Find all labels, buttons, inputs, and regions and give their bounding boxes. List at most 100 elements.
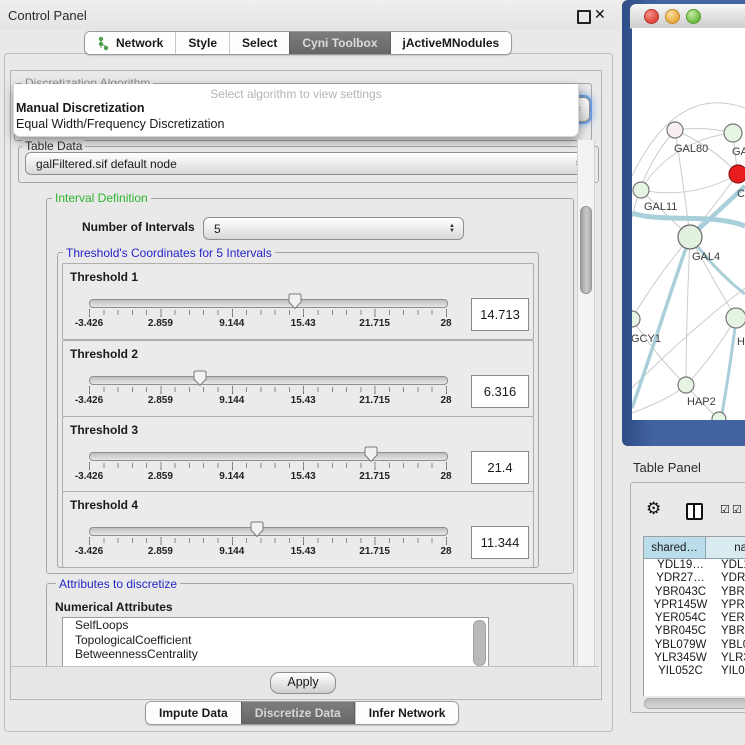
panel-title: Control Panel bbox=[8, 8, 87, 23]
popup-item-equal-width-frequency[interactable]: Equal Width/Frequency Discretization bbox=[16, 117, 224, 131]
svg-text:GAL80: GAL80 bbox=[674, 143, 708, 155]
threshold-1-label: Threshold 1 bbox=[70, 270, 138, 284]
threshold-2-value-field[interactable]: 6.316 bbox=[471, 375, 529, 408]
svg-text:H: H bbox=[737, 336, 745, 348]
tab-network[interactable]: Network bbox=[85, 32, 175, 54]
tab-network-label: Network bbox=[116, 36, 163, 50]
threshold-1-slider[interactable] bbox=[89, 299, 448, 308]
table-row[interactable]: YIL052CYIL0 bbox=[644, 665, 745, 678]
table-row[interactable]: YLR345WYLR3 bbox=[644, 652, 745, 665]
node-gal11 bbox=[633, 182, 649, 198]
panel-vertical-scrollbar[interactable] bbox=[577, 140, 595, 666]
footer-bar: Apply bbox=[11, 666, 599, 698]
threshold-3-slider[interactable] bbox=[89, 452, 448, 461]
node-partial-bottom bbox=[712, 412, 726, 420]
tab-cyni-toolbox[interactable]: Cyni Toolbox bbox=[289, 32, 390, 54]
tab-jactivemnodules[interactable]: jActiveMNodules bbox=[391, 32, 512, 54]
threshold-2-label: Threshold 2 bbox=[70, 347, 138, 361]
number-of-intervals-label: Number of Intervals bbox=[82, 220, 195, 234]
control-panel-titlebar: Control Panel ✕ bbox=[0, 0, 620, 30]
list-item[interactable]: SelfLoops bbox=[63, 618, 488, 633]
numerical-attributes-list[interactable]: SelfLoops TopologicalCoefficient Between… bbox=[62, 617, 489, 668]
svg-text:GAL4: GAL4 bbox=[692, 251, 720, 263]
control-panel-tabs: Network Style Select Cyni Toolbox jActiv… bbox=[84, 31, 512, 55]
float-window-icon[interactable] bbox=[577, 10, 591, 24]
column-header-name[interactable]: na bbox=[706, 537, 745, 559]
number-of-intervals-combobox[interactable]: 5 ▲▼ bbox=[203, 217, 464, 240]
gear-icon[interactable]: ⚙ bbox=[646, 500, 661, 517]
table-data-value: galFiltered.sif default node bbox=[26, 157, 571, 171]
cyni-bottom-tabs: Impute Data Discretize Data Infer Networ… bbox=[145, 701, 459, 725]
node-h bbox=[726, 308, 745, 328]
node-red-selected bbox=[729, 165, 745, 183]
numerical-attributes-label: Numerical Attributes bbox=[55, 600, 173, 614]
tab-infer-network[interactable]: Infer Network bbox=[355, 702, 459, 724]
column-header-shared[interactable]: shared… bbox=[644, 537, 706, 559]
number-of-intervals-value: 5 bbox=[204, 222, 445, 236]
attributes-group-label: Attributes to discretize bbox=[56, 577, 180, 591]
threshold-3-panel: Threshold 3 -3.4262.8599.14415.4321.7152… bbox=[62, 416, 534, 493]
checkbox-icon[interactable]: ☑ bbox=[720, 505, 730, 516]
threshold-4-slider-thumb[interactable] bbox=[249, 521, 265, 538]
list-scrollbar[interactable] bbox=[473, 620, 486, 666]
algorithm-dropdown-popup: Select algorithm to view settings Manual… bbox=[13, 84, 579, 137]
slider-tick-labels: -3.4262.8599.14415.4321.71528 bbox=[89, 395, 446, 407]
checkbox-icon[interactable]: ☑ bbox=[732, 505, 742, 516]
node-gal80 bbox=[667, 122, 683, 138]
node-gcy1 bbox=[632, 311, 640, 327]
threshold-2-slider[interactable] bbox=[89, 376, 448, 385]
svg-text:GA: GA bbox=[732, 146, 745, 158]
threshold-3-value-field[interactable]: 21.4 bbox=[471, 451, 529, 484]
svg-text:HAP2: HAP2 bbox=[687, 396, 716, 408]
svg-text:C: C bbox=[737, 188, 745, 200]
algorithm-hint: Select algorithm to view settings bbox=[14, 87, 578, 101]
apply-button[interactable]: Apply bbox=[270, 672, 336, 694]
popup-item-manual-discretization[interactable]: Manual Discretization bbox=[16, 101, 145, 115]
mac-minimize-button[interactable] bbox=[665, 9, 680, 24]
interval-definition-label: Interval Definition bbox=[52, 191, 151, 205]
threshold-4-value-field[interactable]: 11.344 bbox=[471, 526, 529, 559]
table-row[interactable]: YER054CYER0 bbox=[644, 612, 745, 625]
table-row[interactable]: YDL19…YDL1 bbox=[644, 559, 745, 572]
threshold-1-panel: Threshold 1 -3.4262.8599.14415.4321.7152… bbox=[62, 263, 534, 340]
threshold-4-label: Threshold 4 bbox=[70, 498, 138, 512]
table-data-combobox[interactable]: galFiltered.sif default node ▲▼ bbox=[25, 152, 590, 175]
table-row[interactable]: YBR045CYBR0 bbox=[644, 625, 745, 638]
combo-stepper-icon[interactable]: ▲▼ bbox=[445, 224, 459, 234]
table-horizontal-scrollbar[interactable] bbox=[644, 698, 745, 709]
table-row[interactable]: YDR27…YDR2 bbox=[644, 572, 745, 585]
tab-discretize-data[interactable]: Discretize Data bbox=[241, 702, 355, 724]
table-row[interactable]: YBR043CYBR0 bbox=[644, 586, 745, 599]
threshold-3-label: Threshold 3 bbox=[70, 423, 138, 437]
table-panel-title: Table Panel bbox=[633, 460, 701, 475]
table-row[interactable]: YBL079WYBL0 bbox=[644, 639, 745, 652]
node-gal4 bbox=[678, 225, 702, 249]
tab-impute-data[interactable]: Impute Data bbox=[146, 702, 241, 724]
threshold-3-slider-thumb[interactable] bbox=[363, 446, 379, 463]
network-canvas[interactable]: GAL80 GA C GAL11 GAL4 GCY1 H HAP2 bbox=[632, 28, 745, 420]
close-icon[interactable]: ✕ bbox=[594, 6, 606, 23]
list-item[interactable]: BetweennessCentrality bbox=[63, 647, 488, 662]
tab-style[interactable]: Style bbox=[175, 32, 229, 54]
slider-tick-labels: -3.4262.8599.14415.4321.71528 bbox=[89, 546, 446, 558]
network-window-titlebar bbox=[630, 4, 745, 29]
tab-select[interactable]: Select bbox=[229, 32, 289, 54]
thresholds-group-label: Threshold's Coordinates for 5 Intervals bbox=[63, 246, 275, 260]
table-panel-region: Table Panel ⚙ ☑ ☑ shared… na YDL19…YDL1 … bbox=[622, 446, 745, 745]
node-ga bbox=[724, 124, 742, 142]
threshold-4-panel: Threshold 4 -3.4262.8599.14415.4321.7152… bbox=[62, 491, 534, 568]
table-header-row: shared… na bbox=[644, 537, 745, 559]
svg-text:GCY1: GCY1 bbox=[632, 333, 661, 345]
threshold-2-slider-thumb[interactable] bbox=[192, 370, 208, 387]
slider-tick-labels: -3.4262.8599.14415.4321.71528 bbox=[89, 471, 446, 483]
scrollbar-thumb[interactable] bbox=[580, 206, 592, 294]
threshold-1-slider-thumb[interactable] bbox=[287, 293, 303, 310]
list-item[interactable]: TopologicalCoefficient bbox=[63, 633, 488, 648]
threshold-4-slider[interactable] bbox=[89, 527, 448, 536]
table-row[interactable]: YPR145WYPR1 bbox=[644, 599, 745, 612]
columns-icon[interactable] bbox=[686, 503, 703, 520]
mac-zoom-button[interactable] bbox=[686, 9, 701, 24]
node-table: shared… na YDL19…YDL1 YDR27…YDR2 YBR043C… bbox=[643, 536, 745, 696]
threshold-1-value-field[interactable]: 14.713 bbox=[471, 298, 529, 331]
mac-close-button[interactable] bbox=[644, 9, 659, 24]
